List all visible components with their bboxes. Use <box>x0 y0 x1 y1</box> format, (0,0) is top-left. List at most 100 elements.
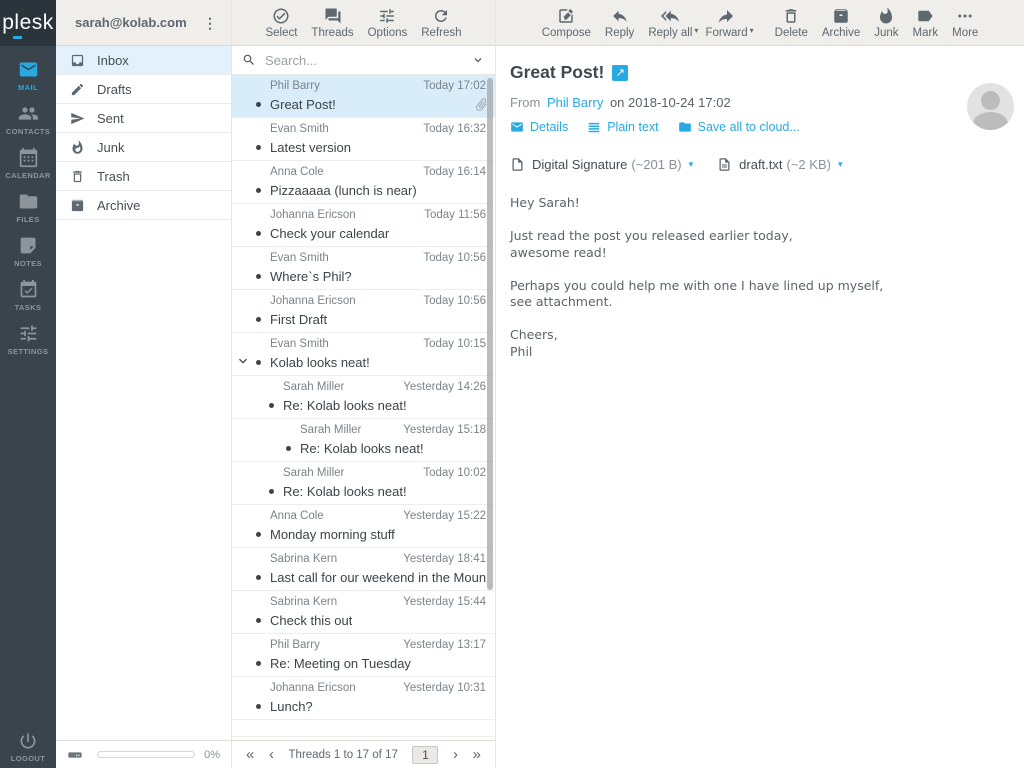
message-sender: Sabrina Kern <box>270 596 337 608</box>
message-time: Yesterday 15:44 <box>403 596 486 608</box>
scrollbar[interactable] <box>487 78 493 590</box>
list-item[interactable]: Johanna EricsonToday 10:56 First Draft <box>232 290 496 333</box>
list-item[interactable]: Anna ColeYesterday 15:22 Monday morning … <box>232 505 496 548</box>
refresh-label: Refresh <box>421 27 461 39</box>
message-subject: Re: Meeting on Tuesday <box>270 656 411 671</box>
folder-drafts[interactable]: Drafts <box>56 75 231 104</box>
sidebar-item-tasks[interactable]: TASKS <box>0 273 56 317</box>
list-item[interactable]: Sabrina KernYesterday 15:44 Check this o… <box>232 591 496 634</box>
save-all-to-cloud-link[interactable]: Save all to cloud... <box>678 120 800 134</box>
list-item-clipped[interactable] <box>232 720 496 737</box>
list-item[interactable]: Johanna EricsonToday 11:56 Check your ca… <box>232 204 496 247</box>
attachment-dropdown-icon[interactable]: ▾ <box>689 159 694 170</box>
junk-button[interactable]: Junk <box>867 7 905 39</box>
reply-all-icon <box>661 7 679 25</box>
message-time: Today 16:14 <box>423 166 486 178</box>
more-button[interactable]: More <box>945 7 985 39</box>
list-item[interactable]: Evan SmithToday 16:32 Latest version <box>232 118 496 161</box>
forward-button[interactable]: Forward <box>698 7 754 39</box>
attachment-dropdown-icon[interactable]: ▾ <box>838 159 843 170</box>
chevron-down-icon[interactable] <box>471 53 485 67</box>
unread-dot-icon <box>256 360 261 365</box>
message-sender: Johanna Ericson <box>270 682 356 694</box>
logout-button[interactable]: LOGOUT <box>0 731 56 763</box>
contacts-icon <box>18 103 39 124</box>
list-item[interactable]: Sarah MillerToday 10:02 Re: Kolab looks … <box>232 462 496 505</box>
options-button[interactable]: Options <box>361 7 415 39</box>
last-page-icon[interactable]: » <box>473 747 481 762</box>
list-item[interactable]: Sarah MillerYesterday 14:26 Re: Kolab lo… <box>232 376 496 419</box>
search-bar[interactable]: Search... <box>232 46 495 75</box>
folder-junk[interactable]: Junk <box>56 133 231 162</box>
folder-sent[interactable]: Sent <box>56 104 231 133</box>
sidebar-item-label: MAIL <box>18 83 38 92</box>
next-page-icon[interactable]: › <box>453 747 458 762</box>
calendar-icon <box>18 147 39 168</box>
details-link[interactable]: Details <box>510 120 568 134</box>
attachment-size: (~201 B) <box>631 157 681 172</box>
message-time: Today 16:32 <box>423 123 486 135</box>
reply-button[interactable]: Reply <box>598 7 641 39</box>
list-item[interactable]: Phil BarryYesterday 13:17 Re: Meeting on… <box>232 634 496 677</box>
reply-all-label: Reply all <box>648 27 692 39</box>
forward-dropdown-icon[interactable]: ▾ <box>750 26 754 35</box>
message-sender: Sabrina Kern <box>270 553 337 565</box>
attachment-name: draft.txt <box>739 157 782 172</box>
attachment-draft-txt[interactable]: draft.txt (~2 KB) ▾ <box>717 157 842 172</box>
compose-button[interactable]: Compose <box>535 7 598 39</box>
quota-progress-bar <box>97 751 195 758</box>
sidebar-item-files[interactable]: FILES <box>0 185 56 229</box>
webmail-app: plesk MAIL CONTACTS CALENDAR FILES <box>0 0 1024 768</box>
chat-bubbles-icon <box>324 7 342 25</box>
logout-label: LOGOUT <box>11 754 45 763</box>
prev-page-icon[interactable]: ‹ <box>269 747 274 762</box>
sender-link[interactable]: Phil Barry <box>547 95 603 110</box>
list-item[interactable]: Evan SmithToday 10:56 Where`s Phil? <box>232 247 496 290</box>
mark-button[interactable]: Mark <box>906 7 946 39</box>
inbox-icon <box>70 53 85 68</box>
message-subject: First Draft <box>270 312 327 327</box>
select-button[interactable]: Select <box>258 7 304 39</box>
search-icon <box>242 53 256 67</box>
folder-inbox[interactable]: Inbox <box>56 46 231 75</box>
reply-all-button[interactable]: Reply all <box>641 7 699 39</box>
reply-icon <box>611 7 629 25</box>
list-item[interactable]: Anna ColeToday 16:14 Pizzaaaaa (lunch is… <box>232 161 496 204</box>
thread-collapse-icon[interactable] <box>235 353 251 369</box>
message-title: Great Post! <box>510 62 604 83</box>
sidebar-item-notes[interactable]: NOTES <box>0 229 56 273</box>
plesk-logo-text: plesk <box>2 11 54 35</box>
attachment-digital-signature[interactable]: Digital Signature (~201 B) ▾ <box>510 157 693 172</box>
sidebar-item-contacts[interactable]: CONTACTS <box>0 97 56 141</box>
trash-icon <box>70 169 85 184</box>
folder-archive[interactable]: Archive <box>56 191 231 220</box>
list-item[interactable]: Phil BarryToday 17:02 Great Post! <box>232 75 496 118</box>
list-item[interactable]: Sarah MillerYesterday 15:18 Re: Kolab lo… <box>232 419 496 462</box>
delete-button[interactable]: Delete <box>768 7 815 39</box>
reply-label: Reply <box>605 27 634 39</box>
refresh-button[interactable]: Refresh <box>414 7 468 39</box>
tasks-icon <box>18 279 39 300</box>
forward-label: Forward <box>705 27 747 39</box>
plain-text-link[interactable]: Plain text <box>587 120 658 134</box>
list-item[interactable]: Johanna EricsonYesterday 10:31 Lunch? <box>232 677 496 720</box>
unread-dot-icon <box>256 704 261 709</box>
sidebar-item-calendar[interactable]: CALENDAR <box>0 141 56 185</box>
threads-button[interactable]: Threads <box>304 7 360 39</box>
message-header: Great Post! ↗ <box>510 62 1010 83</box>
page-number-input[interactable]: 1 <box>412 746 438 764</box>
search-input[interactable]: Search... <box>265 53 471 68</box>
open-in-new-window-icon[interactable]: ↗ <box>612 65 628 81</box>
list-item[interactable]: Sabrina KernYesterday 18:41 Last call fo… <box>232 548 496 591</box>
kebab-menu-icon[interactable]: ⋮ <box>199 14 221 32</box>
sidebar-item-mail[interactable]: MAIL <box>0 53 56 97</box>
message-time: Yesterday 15:22 <box>403 510 486 522</box>
archive-button[interactable]: Archive <box>815 7 867 39</box>
folder-trash[interactable]: Trash <box>56 162 231 191</box>
list-item[interactable]: Evan SmithToday 10:15 Kolab looks neat! <box>232 333 496 376</box>
power-icon <box>18 731 38 751</box>
message-time: Yesterday 18:41 <box>403 553 486 565</box>
sidebar-item-settings[interactable]: SETTINGS <box>0 317 56 361</box>
folder-label: Drafts <box>97 82 132 97</box>
first-page-icon[interactable]: « <box>246 747 254 762</box>
